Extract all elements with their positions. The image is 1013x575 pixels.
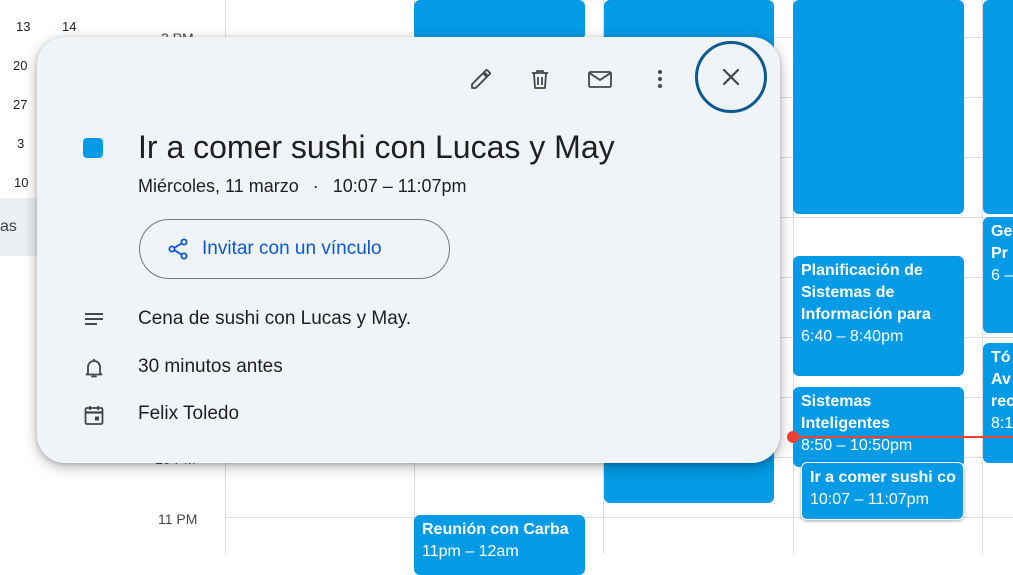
- current-time-line: [793, 436, 1013, 438]
- calendar-event-to[interactable]: Tó Av rec 8:1: [983, 343, 1013, 463]
- mini-cal-day[interactable]: 10: [14, 175, 28, 190]
- event-date: Miércoles, 11 marzo: [138, 176, 299, 196]
- mini-cal-day[interactable]: 27: [13, 97, 27, 112]
- more-vertical-icon: [658, 70, 662, 88]
- sidebar-partial-label: as: [0, 218, 17, 235]
- calendar-event-reunion[interactable]: Reunión con Carba 11pm – 12am: [414, 515, 585, 575]
- event-time: 11pm – 12am: [422, 543, 519, 560]
- event-color-swatch: [83, 138, 103, 158]
- calendar-event[interactable]: [983, 0, 1013, 214]
- share-icon: [168, 238, 188, 260]
- more-options-button[interactable]: [640, 59, 680, 99]
- bell-icon: [81, 355, 107, 381]
- email-guests-button[interactable]: [580, 59, 620, 99]
- event-time: 10:07 – 11:07pm: [810, 491, 929, 508]
- calendar-event-sistemas[interactable]: Sistemas Inteligentes 8:50 – 10:50pm: [793, 387, 964, 467]
- calendar-event[interactable]: [414, 0, 585, 40]
- event-title: Ir a comer sushi con Lucas y May: [138, 129, 615, 165]
- event-title: Reunión con Carba: [422, 521, 569, 538]
- event-title: Ge Pr: [991, 223, 1013, 262]
- event-title: Ir a comer sushi co: [810, 469, 956, 486]
- event-title: Sistemas Inteligentes: [801, 393, 890, 432]
- calendar-event[interactable]: [793, 0, 964, 214]
- delete-event-button[interactable]: [520, 59, 560, 99]
- close-button[interactable]: [695, 41, 767, 113]
- event-title: Planificación de Sistemas de Información…: [801, 262, 931, 323]
- event-time: 8:50 – 10:50pm: [801, 437, 913, 454]
- event-title: Tó Av rec: [991, 349, 1013, 410]
- event-time-range: 10:07 – 11:07pm: [332, 176, 467, 196]
- mini-cal-day[interactable]: 13: [16, 19, 30, 34]
- invite-link-button[interactable]: Invitar con un vínculo: [139, 219, 450, 279]
- mini-cal-day[interactable]: 14: [62, 19, 76, 34]
- mini-cal-day[interactable]: 3: [17, 136, 24, 151]
- event-time: 6:40 – 8:40pm: [801, 328, 904, 345]
- datetime-separator: ·: [312, 176, 319, 196]
- invite-link-label: Invitar con un vínculo: [202, 238, 382, 259]
- description-icon: [81, 307, 107, 333]
- close-icon: [722, 68, 740, 86]
- event-detail-popup: Ir a comer sushi con Lucas y May Miércol…: [37, 37, 780, 463]
- event-description: Cena de sushi con Lucas y May.: [138, 308, 412, 329]
- event-reminder: 30 minutos antes: [138, 356, 283, 377]
- mail-icon: [588, 71, 612, 88]
- calendar-icon: [81, 402, 107, 428]
- event-datetime: Miércoles, 11 marzo · 10:07 – 11:07pm: [138, 176, 467, 197]
- event-time: 8:1: [991, 415, 1013, 432]
- trash-icon: [532, 70, 548, 89]
- calendar-event-sushi[interactable]: Ir a comer sushi co 10:07 – 11:07pm: [801, 462, 964, 520]
- edit-event-button[interactable]: [461, 59, 501, 99]
- calendar-event-ge[interactable]: Ge Pr 6 –: [983, 217, 1013, 333]
- hour-label: 11 PM: [158, 511, 198, 527]
- event-time: 6 –: [991, 267, 1013, 284]
- mini-cal-day[interactable]: 20: [13, 58, 27, 73]
- current-time-dot: [787, 431, 799, 443]
- event-calendar-owner: Felix Toledo: [138, 403, 240, 424]
- pencil-icon: [471, 69, 491, 89]
- calendar-event-planificacion[interactable]: Planificación de Sistemas de Información…: [793, 256, 964, 376]
